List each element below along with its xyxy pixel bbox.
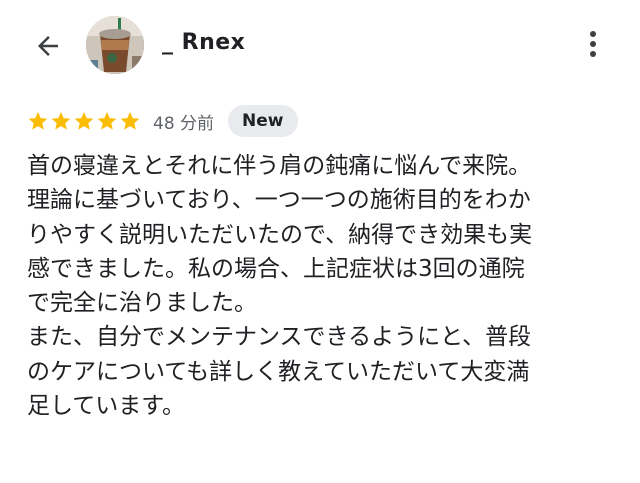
review-text-line: 首の寝違えとそれに伴う肩の鈍痛に悩んで来院。 xyxy=(27,153,532,179)
more-options-button[interactable] xyxy=(578,24,608,64)
review-text: 首の寝違えとそれに伴う肩の鈍痛に悩んで来院。 理論に基づいており、一つ一つの施術… xyxy=(27,149,617,423)
avatar[interactable] xyxy=(86,16,144,74)
new-badge: New xyxy=(228,105,298,137)
user-name[interactable]: _ Rnex xyxy=(162,30,245,55)
review-time: 48 分前 xyxy=(153,113,215,134)
star-icon xyxy=(28,112,48,130)
star-icon xyxy=(74,112,94,130)
star-icon xyxy=(51,112,71,130)
back-button[interactable] xyxy=(28,26,68,66)
review-text-line: のケアについても詳しく教えていただいて大変満 xyxy=(27,358,530,385)
avatar-image xyxy=(86,16,144,74)
review-text-line: また、自分でメンテナンスできるようにと、普段 xyxy=(27,324,532,351)
review-header: _ Rnex xyxy=(0,0,640,92)
more-vert-icon xyxy=(590,31,596,57)
review-text-line: りやすく説明いただいたので、納得でき効果も実 xyxy=(27,221,533,248)
arrow-left-icon xyxy=(38,36,58,56)
review-text-line: 足しています。 xyxy=(27,393,186,420)
review-text-line: で完全に治りました。 xyxy=(27,290,257,317)
rating-row: 48 分前 New xyxy=(27,104,298,138)
review-text-line: 感できました。私の場合、上記症状は3回の通院 xyxy=(27,255,525,282)
review-text-line: 理論に基づいており、一つ一つの施術目的をわか xyxy=(27,187,531,214)
star-icon xyxy=(120,112,140,130)
star-rating xyxy=(27,110,141,132)
star-icon xyxy=(97,112,117,130)
